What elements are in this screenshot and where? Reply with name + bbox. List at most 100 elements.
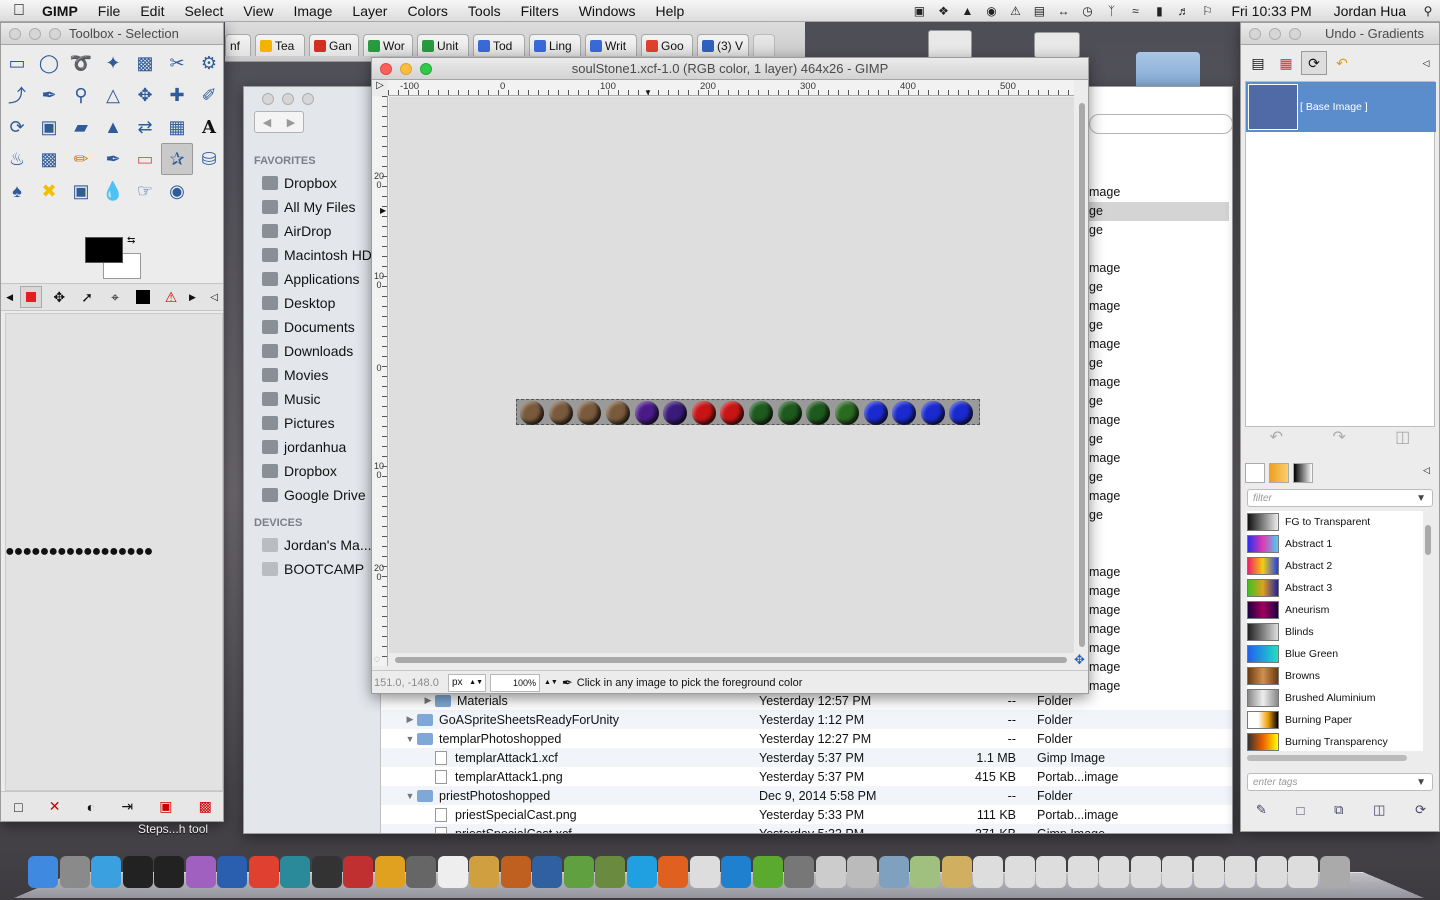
dock-window-icon[interactable] (1288, 856, 1318, 888)
save-options-icon[interactable]: □ (14, 799, 22, 815)
menu-app-name[interactable]: GIMP (38, 3, 88, 19)
dock-window-icon[interactable] (1225, 856, 1255, 888)
airbrush-tool-icon[interactable]: ✰ (161, 143, 193, 175)
heal-tool-icon[interactable]: ✖ (33, 175, 65, 207)
close-button[interactable] (9, 27, 21, 40)
pencil-tool-icon[interactable]: ✏ (65, 143, 97, 175)
sidebar-item[interactable]: Applications (244, 267, 381, 291)
dock-window-icon[interactable] (973, 856, 1003, 888)
forward-arrow-icon[interactable]: ▶ (279, 112, 303, 132)
dock-trash-icon[interactable] (1319, 856, 1350, 888)
gradient-item[interactable]: Burning Paper (1247, 709, 1423, 731)
clone-tool-icon[interactable]: ♠ (1, 175, 33, 207)
fuzzy-select-tool-icon[interactable]: ✦ (97, 47, 129, 79)
menu-layer[interactable]: Layer (342, 3, 397, 19)
gradient-item[interactable]: Aneurism (1247, 599, 1423, 621)
foreground-select-tool-icon[interactable]: ⚙ (193, 47, 223, 79)
eraser-tool-icon[interactable]: ▭ (129, 143, 161, 175)
browser-tab[interactable]: Ling (529, 34, 581, 56)
spotlight-icon[interactable]: ⚲ (1416, 0, 1440, 22)
dodge-tool-icon[interactable]: ◉ (161, 175, 193, 207)
measure-tool-icon[interactable]: △ (97, 79, 129, 111)
table-row[interactable]: priestSpecialCast.xcf Yesterday 5:33 PM 37… (381, 824, 1232, 833)
dock-mail-icon[interactable] (878, 856, 909, 888)
desktop-screenshot-icon[interactable] (1034, 32, 1080, 58)
undo-icon[interactable]: ↶ (1270, 427, 1283, 449)
dock-finder-icon[interactable] (28, 856, 58, 888)
dock-photos-icon[interactable] (563, 856, 594, 888)
zoom-button[interactable] (420, 62, 432, 75)
menu-colors[interactable]: Colors (397, 3, 457, 19)
tool-options-dock-tab[interactable]: ▤ (1245, 51, 1271, 75)
dock-files-icon[interactable] (847, 856, 877, 888)
dock-preview-icon[interactable] (437, 856, 468, 888)
sidebar-item[interactable]: Desktop (244, 291, 381, 315)
dock-xcode-icon[interactable] (721, 856, 751, 888)
text-tool-icon[interactable]: A (193, 111, 223, 143)
table-row[interactable]: templarAttack1.xcf Yesterday 5:37 PM 1.1 M… (381, 748, 1232, 767)
menu-select[interactable]: Select (174, 3, 233, 19)
code-icon[interactable]: ↔ (1051, 0, 1075, 22)
memory-icon[interactable]: ▤ (1027, 0, 1051, 22)
paintbrush-tool-icon[interactable]: ✒ (97, 143, 129, 175)
scissors-tool-icon[interactable]: ✂ (161, 47, 193, 79)
crop-tool-icon[interactable]: ✐ (193, 79, 223, 111)
menu-tools[interactable]: Tools (458, 3, 511, 19)
menu-edit[interactable]: Edit (130, 3, 174, 19)
horizontal-scrollbar[interactable] (389, 654, 1074, 666)
dock-gimp-icon[interactable] (784, 856, 814, 888)
sidebar-item[interactable]: Documents (244, 315, 381, 339)
menu-image[interactable]: Image (283, 3, 342, 19)
dock-window-icon[interactable] (1067, 856, 1098, 888)
close-button[interactable] (380, 62, 392, 75)
dock-parallels-icon[interactable] (343, 856, 373, 888)
dock-word-icon[interactable] (217, 856, 247, 888)
restore-icon[interactable]: ◐ (87, 799, 95, 815)
bluetooth-icon[interactable]: ᛉ (1099, 0, 1123, 22)
fg-bg-options-tab[interactable] (132, 286, 154, 308)
dock-window-icon[interactable] (1004, 856, 1035, 888)
alert-icon[interactable]: ⚠ (1003, 0, 1027, 22)
dock-unity-icon[interactable] (154, 856, 184, 888)
smudge-tool-icon[interactable]: ☞ (129, 175, 161, 207)
sidebar-item[interactable]: Pictures (244, 411, 381, 435)
dock-window-icon[interactable] (1036, 856, 1066, 888)
swap-colors-icon[interactable]: ⇆ (127, 235, 135, 246)
warning-icon[interactable]: ⚠ (160, 286, 182, 308)
gradient-tab[interactable] (1293, 463, 1313, 483)
rotate-tool-icon[interactable]: ⟳ (1, 111, 33, 143)
gradient-scrollbar[interactable] (1423, 513, 1433, 749)
battery-icon[interactable]: ▮ (1147, 0, 1171, 22)
navigate-icon[interactable]: ✥ (1074, 652, 1085, 668)
back-arrow-icon[interactable]: ◀ (255, 112, 279, 132)
browser-tab[interactable]: Writ (585, 34, 637, 56)
time-machine-icon[interactable]: ◷ (1075, 0, 1099, 22)
image-canvas[interactable] (389, 97, 1074, 653)
tags-input[interactable]: enter tags ▼ (1247, 773, 1433, 791)
color-picker-tool-icon[interactable]: ✒ (33, 79, 65, 111)
paths-tool-icon[interactable]: ⤴ (1, 79, 33, 111)
flip-tool-icon[interactable]: ⇄ (129, 111, 161, 143)
sidebar-item[interactable]: AirDrop (244, 219, 381, 243)
close-button[interactable] (262, 93, 274, 105)
foreground-color-chip[interactable] (85, 237, 123, 263)
table-row[interactable]: templarAttack1.png Yesterday 5:37 PM 415 K… (381, 767, 1232, 786)
browser-tab[interactable]: (3) V (697, 34, 749, 56)
flag-icon[interactable]: ⚐ (1195, 0, 1219, 22)
cage-tool-icon[interactable]: ▦ (161, 111, 193, 143)
browser-tab[interactable]: Wor (363, 34, 413, 56)
minimize-button[interactable] (282, 93, 294, 105)
dock-window-icon[interactable] (1256, 856, 1287, 888)
gradient-item[interactable]: Abstract 1 (1247, 533, 1423, 555)
scale-tool-icon[interactable]: ▣ (33, 111, 65, 143)
unit-selector[interactable]: px ▲▼ (448, 673, 486, 692)
blur-tool-icon[interactable]: 💧 (97, 175, 129, 207)
paths-dock-tab[interactable]: ⟳ (1301, 51, 1327, 75)
free-select-tool-icon[interactable]: ➰ (65, 47, 97, 79)
tab-right-arrow-icon[interactable]: ▶ (188, 286, 197, 308)
desktop-folder-icon[interactable] (1136, 52, 1200, 90)
dock-quicktime-icon[interactable] (532, 856, 562, 888)
minimize-button[interactable] (1269, 27, 1281, 40)
dock-menu-icon[interactable]: ◁ (1413, 51, 1439, 75)
dock-utorrent-icon[interactable] (752, 856, 783, 888)
